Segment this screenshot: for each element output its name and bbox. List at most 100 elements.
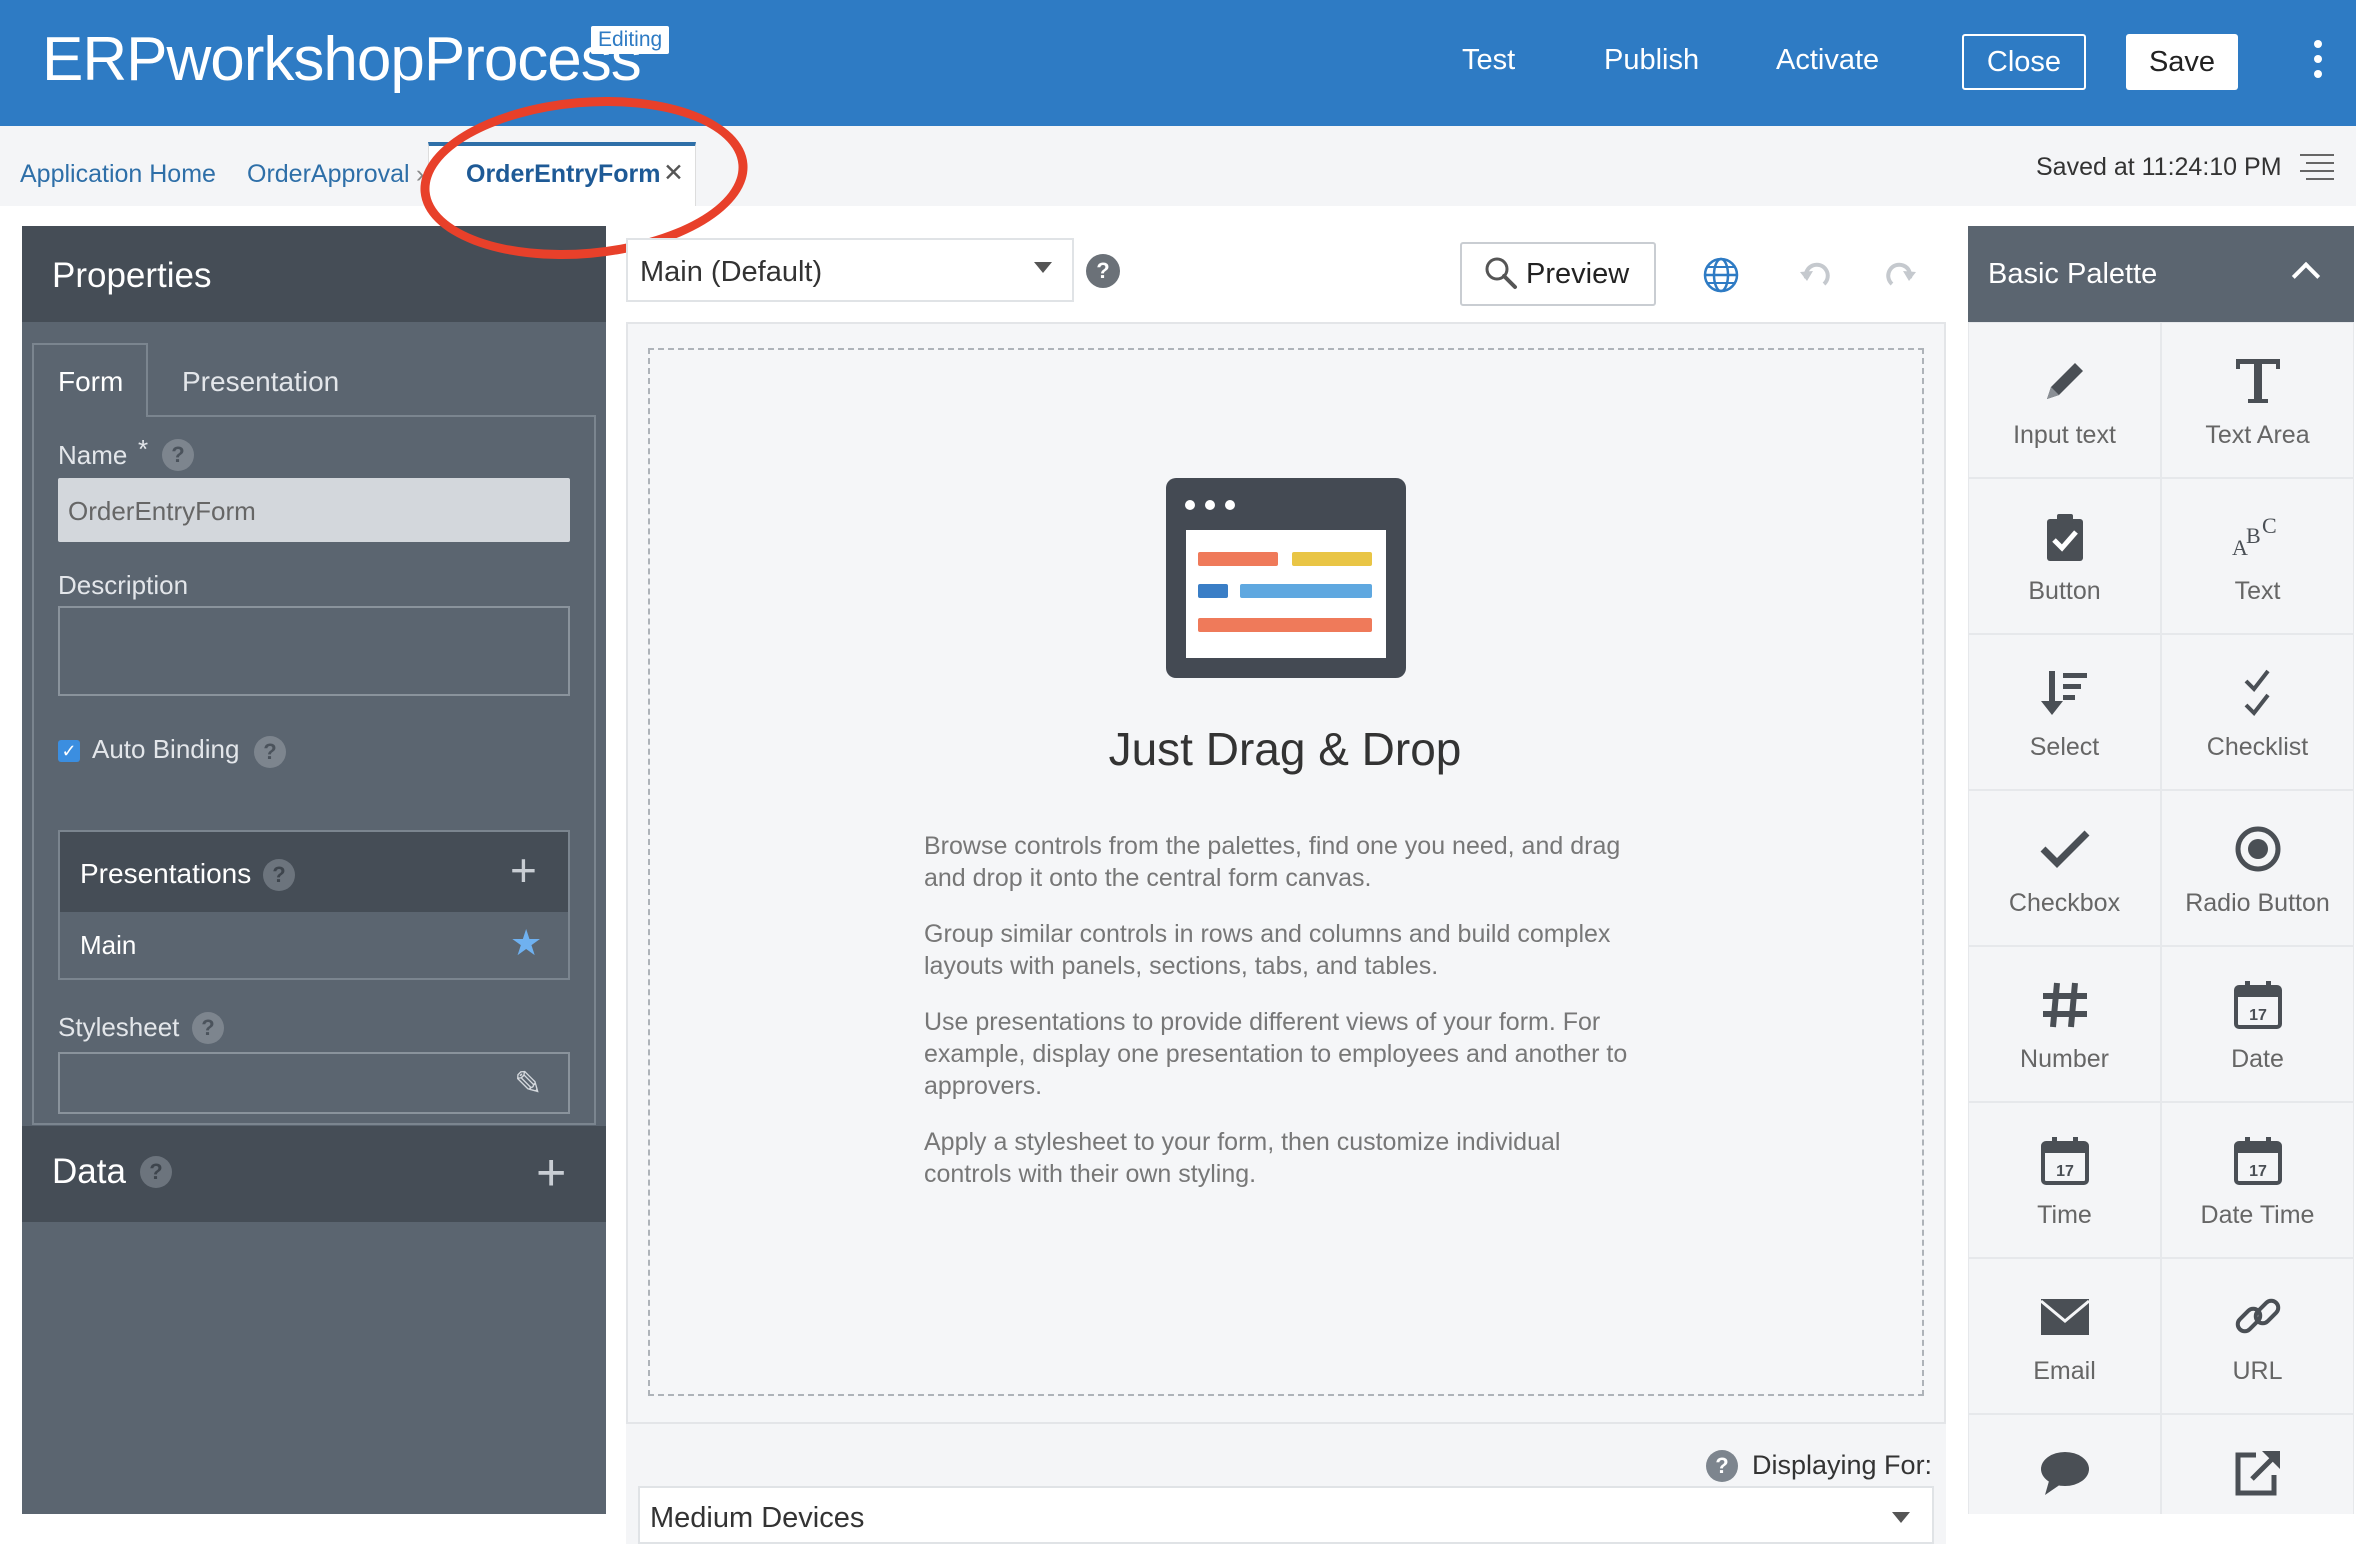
palette-item-label: Text	[2234, 577, 2281, 605]
calendar-day: 17	[2249, 1007, 2267, 1024]
palette-item-label: Email	[2033, 1357, 2096, 1385]
palette-item-label: Number	[2020, 1045, 2109, 1073]
canvas-paragraph: Group similar controls in rows and colum…	[924, 920, 1611, 980]
palette-item-url[interactable]: URL	[2162, 1259, 2353, 1413]
palette-item-label: Text Area	[2205, 421, 2310, 449]
clipboard-check-icon	[2035, 509, 2095, 565]
palette-item-message[interactable]	[1969, 1415, 2160, 1514]
search-icon	[1485, 257, 1517, 289]
globe-icon[interactable]	[1702, 256, 1740, 294]
stylesheet-field[interactable]	[58, 1052, 570, 1114]
palette-item-label: Time	[2037, 1201, 2092, 1229]
auto-binding-checkbox[interactable]: ✓	[58, 740, 80, 762]
hash-icon	[2035, 977, 2095, 1033]
palette-item-label: Checklist	[2206, 733, 2309, 761]
palette-item-email[interactable]: Email	[1969, 1259, 2160, 1413]
data-title: Data	[52, 1152, 126, 1191]
palette-item-text[interactable]: ABC Text	[2162, 479, 2353, 633]
form-illustration-icon	[1166, 478, 1406, 678]
stylesheet-label: Stylesheet	[58, 1012, 180, 1042]
help-icon[interactable]: ?	[1706, 1450, 1738, 1482]
name-label: Name	[58, 440, 128, 470]
canvas-paragraph: Browse controls from the palettes, find …	[924, 832, 1621, 892]
help-icon[interactable]: ?	[263, 859, 295, 891]
palette-item-label: Select	[2029, 733, 2100, 761]
editing-badge: Editing	[591, 26, 670, 54]
presentations-title: Presentations	[80, 858, 252, 889]
canvas-title: Just Drag & Drop	[1108, 723, 1462, 775]
text-area-icon	[2228, 353, 2288, 409]
publish-button[interactable]: Publish	[1604, 44, 1699, 77]
palette-item-label: Button	[2028, 577, 2101, 605]
palette-item-label: URL	[2232, 1357, 2283, 1385]
palette-item-text-area[interactable]: Text Area	[2162, 323, 2353, 477]
calendar-icon: 17	[2228, 1133, 2288, 1189]
redo-icon[interactable]	[1884, 258, 1918, 292]
calendar-day: 17	[2249, 1163, 2267, 1180]
envelope-icon	[2035, 1289, 2095, 1345]
presentation-item-main[interactable]: Main	[80, 930, 136, 961]
palette-item-button[interactable]: Button	[1969, 479, 2160, 633]
help-icon[interactable]: ?	[254, 736, 286, 768]
help-icon[interactable]: ?	[140, 1156, 172, 1188]
breadcrumb-application-home[interactable]: Application Home	[20, 160, 216, 189]
svg-text:B: B	[2246, 523, 2261, 548]
palette-item-select[interactable]: Select	[1969, 635, 2160, 789]
svg-text:C: C	[2262, 513, 2277, 538]
required-mark: *	[138, 434, 149, 464]
calendar-day: 17	[2056, 1163, 2074, 1180]
help-icon[interactable]: ?	[1086, 254, 1120, 288]
palette-item-date-time[interactable]: 17 Date Time	[2162, 1103, 2353, 1257]
app-title: ERPworkshopProcess	[42, 25, 642, 94]
description-field[interactable]	[58, 606, 570, 696]
undo-icon[interactable]	[1798, 258, 1832, 292]
properties-title: Properties	[52, 256, 212, 295]
name-field[interactable]: OrderEntryForm	[58, 478, 570, 542]
palette-item-label: Date Time	[2200, 1201, 2315, 1229]
list-icon[interactable]	[2300, 154, 2334, 182]
palette-item-checkbox[interactable]: Checkbox	[1969, 791, 2160, 945]
palette-item-label: Radio Button	[2185, 889, 2330, 917]
calendar-icon: 17	[2035, 1133, 2095, 1189]
calendar-icon: 17	[2228, 977, 2288, 1033]
add-data-icon[interactable]: +	[536, 1147, 566, 1199]
saved-status: Saved at 11:24:10 PM	[2036, 153, 2282, 181]
add-presentation-icon[interactable]: +	[510, 847, 537, 893]
test-button[interactable]: Test	[1462, 44, 1515, 77]
radio-icon	[2228, 821, 2288, 877]
checkmark-icon	[2035, 821, 2095, 877]
more-options-icon[interactable]	[2312, 40, 2324, 86]
edit-pencil-icon[interactable]: ✎	[514, 1064, 543, 1104]
help-icon[interactable]: ?	[162, 439, 194, 471]
breadcrumb-order-approval[interactable]: OrderApproval	[247, 160, 410, 189]
external-link-icon	[2228, 1445, 2288, 1501]
canvas-paragraph: Use presentations to provide different v…	[924, 1008, 1628, 1100]
chevron-down-icon[interactable]	[1034, 262, 1052, 273]
preview-label: Preview	[1526, 257, 1630, 290]
palette-item-number[interactable]: Number	[1969, 947, 2160, 1101]
pencil-icon	[2035, 353, 2095, 409]
close-button[interactable]: Close	[1962, 34, 2086, 90]
save-button[interactable]: Save	[2126, 34, 2238, 90]
palette-item-label: Input text	[2013, 421, 2116, 449]
palette-item-input-text[interactable]: Input text	[1969, 323, 2160, 477]
tab-presentation[interactable]: Presentation	[182, 366, 339, 398]
help-icon[interactable]: ?	[192, 1012, 224, 1044]
palette-item-radio-button[interactable]: Radio Button	[2162, 791, 2353, 945]
palette-item-checklist[interactable]: Checklist	[2162, 635, 2353, 789]
abc-icon: ABC	[2228, 509, 2288, 565]
palette-item-time[interactable]: 17 Time	[1969, 1103, 2160, 1257]
device-select[interactable]: Medium Devices	[638, 1486, 1934, 1544]
presentation-select[interactable]: Main (Default)	[626, 238, 1074, 302]
palette-item-link[interactable]	[2162, 1415, 2353, 1514]
tab-form-label[interactable]: Form	[58, 366, 123, 398]
palette-title: Basic Palette	[1988, 258, 2158, 290]
displaying-for-label: Displaying For:	[1752, 1450, 1933, 1480]
default-star-icon[interactable]: ★	[510, 922, 542, 964]
palette-item-label: Date	[2231, 1045, 2284, 1073]
palette-item-date[interactable]: 17 Date	[2162, 947, 2353, 1101]
chevron-down-icon[interactable]	[1892, 1512, 1910, 1523]
activate-button[interactable]: Activate	[1776, 44, 1879, 77]
link-icon	[2228, 1289, 2288, 1345]
palette-item-label: Checkbox	[2008, 889, 2121, 917]
